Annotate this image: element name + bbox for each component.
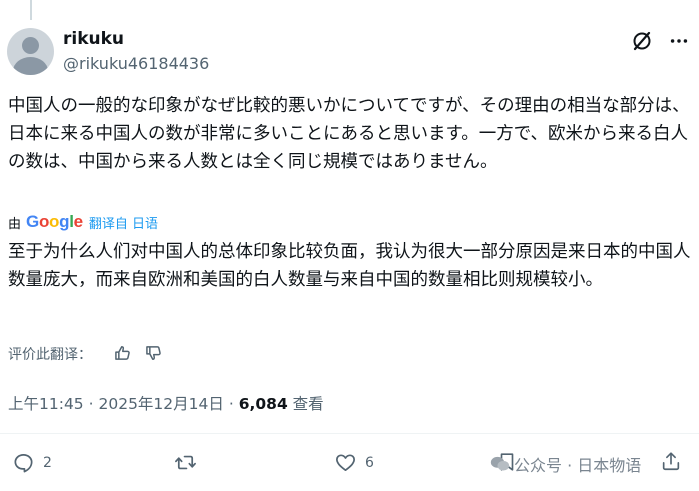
watermark-text: 公众号 · 日本物语 [514,456,642,475]
like-count: 6 [365,454,374,471]
more-icon[interactable] [668,30,690,52]
watermark: 公众号 · 日本物语 [490,452,641,476]
share-icon[interactable] [660,450,682,472]
thumbs-down-icon[interactable] [144,343,164,363]
author-name[interactable]: rikuku [63,29,124,49]
post-date[interactable]: 2025年12月14日 [98,395,223,413]
retweet-button[interactable] [174,451,197,474]
translated-by-label: 由 [8,216,22,232]
avatar-head-shape [22,37,39,54]
views-label: 查看 [292,395,324,413]
retweet-icon [175,455,196,470]
views-count: 6,084 [238,395,288,413]
post-meta: 上午11:45 · 2025年12月14日 · 6,084 查看 [8,392,324,414]
translation-attribution: 由 Google 翻译自 日语 [8,212,158,232]
post-translated-text: 至于为什么人们对中国人的总体印象比较负面，我认为很大一部分原因是来日本的中国人数… [8,242,691,290]
divider [0,433,699,434]
like-icon [336,454,355,472]
reply-button[interactable]: 2 [12,451,52,474]
avatar-body-shape [13,57,48,75]
post-time[interactable]: 上午11:45 [8,395,84,413]
reply-count: 2 [43,454,52,471]
author-handle[interactable]: @rikuku46184436 [63,54,209,73]
wechat-icon [490,456,510,471]
post-original-text: 中国人の一般的な印象がなぜ比較的悪いかについてですが、その理由の相当な部分は、日… [8,96,690,172]
thread-line [30,0,32,20]
reply-icon [14,453,33,473]
grok-icon[interactable] [630,29,654,53]
avatar[interactable] [7,28,54,75]
google-logo: Google [26,212,83,231]
like-button[interactable]: 6 [334,451,374,474]
meta-separator: · [88,395,94,413]
meta-separator: · [228,395,234,413]
thumbs-up-icon[interactable] [113,343,133,363]
translated-from-link[interactable]: 翻译自 日语 [89,213,158,232]
rate-translation-label: 评价此翻译： [8,347,92,363]
